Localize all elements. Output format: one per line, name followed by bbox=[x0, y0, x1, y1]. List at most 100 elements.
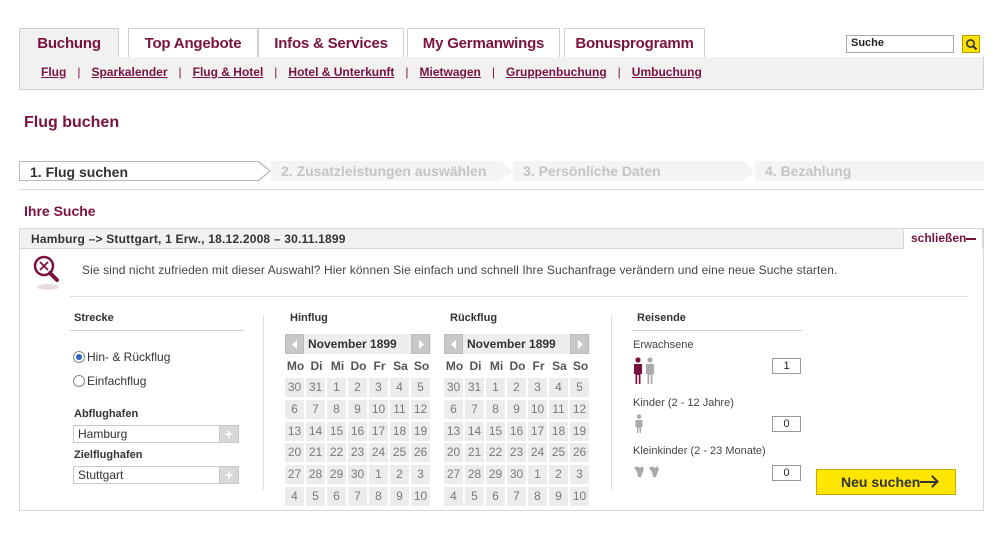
calendar-day[interactable]: 13 bbox=[285, 421, 304, 441]
calendar-day[interactable]: 16 bbox=[507, 421, 526, 441]
calendar-day[interactable]: 18 bbox=[390, 421, 409, 441]
tab-bonusprogramm[interactable]: Bonusprogramm bbox=[564, 28, 705, 58]
search-input[interactable]: Suche bbox=[846, 35, 954, 53]
calendar-day[interactable]: 19 bbox=[411, 421, 430, 441]
calendar-day[interactable]: 14 bbox=[306, 421, 325, 441]
calendar-day[interactable]: 26 bbox=[411, 443, 430, 463]
departure-select[interactable]: Hamburg + bbox=[73, 425, 239, 443]
subnav-mietwagen[interactable]: Mietwagen bbox=[420, 65, 481, 79]
calendar-day[interactable]: 10 bbox=[411, 487, 430, 506]
calendar-day[interactable]: 13 bbox=[444, 421, 463, 441]
calendar-day[interactable]: 5 bbox=[570, 378, 589, 397]
radio-oneway[interactable] bbox=[73, 375, 85, 387]
calendar-day[interactable]: 27 bbox=[444, 465, 463, 485]
tab-infos-services[interactable]: Infos & Services bbox=[258, 28, 404, 58]
calendar-day[interactable]: 10 bbox=[528, 399, 547, 419]
calendar-day[interactable]: 2 bbox=[549, 465, 568, 485]
calendar-day[interactable]: 30 bbox=[444, 378, 463, 397]
calendar-day[interactable]: 6 bbox=[486, 487, 505, 506]
subnav-flug[interactable]: Flug bbox=[41, 65, 66, 79]
destination-select[interactable]: Stuttgart + bbox=[73, 466, 239, 484]
calendar-day[interactable]: 18 bbox=[549, 421, 568, 441]
calendar-day[interactable]: 7 bbox=[507, 487, 526, 506]
calendar-day[interactable]: 20 bbox=[444, 443, 463, 463]
calendar-day[interactable]: 4 bbox=[444, 487, 463, 506]
next-month-button[interactable] bbox=[411, 334, 430, 354]
next-month-button[interactable] bbox=[570, 334, 589, 354]
prev-month-button[interactable] bbox=[444, 334, 463, 354]
calendar-day[interactable]: 4 bbox=[390, 378, 409, 397]
children-input[interactable]: 0 bbox=[772, 416, 801, 432]
subnav-sparkalender[interactable]: Sparkalender bbox=[91, 65, 167, 79]
calendar-day[interactable]: 25 bbox=[390, 443, 409, 463]
calendar-day[interactable]: 21 bbox=[465, 443, 484, 463]
calendar-day[interactable]: 22 bbox=[327, 443, 346, 463]
adults-input[interactable]: 1 bbox=[772, 358, 801, 374]
calendar-day[interactable]: 12 bbox=[570, 399, 589, 419]
calendar-day[interactable]: 29 bbox=[486, 465, 505, 485]
calendar-day[interactable]: 9 bbox=[549, 487, 568, 506]
calendar-day[interactable]: 23 bbox=[507, 443, 526, 463]
calendar-day[interactable]: 5 bbox=[465, 487, 484, 506]
plus-icon[interactable]: + bbox=[219, 425, 239, 443]
plus-icon[interactable]: + bbox=[219, 466, 239, 484]
calendar-day[interactable]: 26 bbox=[570, 443, 589, 463]
calendar-day[interactable]: 30 bbox=[285, 378, 304, 397]
new-search-button[interactable]: Neu suchen bbox=[816, 469, 956, 495]
calendar-day[interactable]: 16 bbox=[348, 421, 367, 441]
tab-top-angebote[interactable]: Top Angebote bbox=[128, 28, 258, 58]
calendar-day[interactable]: 1 bbox=[327, 378, 346, 397]
calendar-day[interactable]: 23 bbox=[348, 443, 367, 463]
oneway-option[interactable]: Einfachflug bbox=[73, 374, 146, 388]
calendar-day[interactable]: 1 bbox=[369, 465, 388, 485]
calendar-day[interactable]: 30 bbox=[348, 465, 367, 485]
calendar-day[interactable]: 19 bbox=[570, 421, 589, 441]
calendar-day[interactable]: 11 bbox=[390, 399, 409, 419]
calendar-day[interactable]: 5 bbox=[411, 378, 430, 397]
calendar-day[interactable]: 9 bbox=[507, 399, 526, 419]
calendar-day[interactable]: 31 bbox=[465, 378, 484, 397]
calendar-day[interactable]: 8 bbox=[327, 399, 346, 419]
calendar-day[interactable]: 7 bbox=[306, 399, 325, 419]
calendar-day[interactable]: 4 bbox=[549, 378, 568, 397]
calendar-day[interactable]: 8 bbox=[486, 399, 505, 419]
calendar-day[interactable]: 27 bbox=[285, 465, 304, 485]
calendar-day[interactable]: 9 bbox=[390, 487, 409, 506]
calendar-day[interactable]: 22 bbox=[486, 443, 505, 463]
calendar-day[interactable]: 6 bbox=[444, 399, 463, 419]
calendar-day[interactable]: 31 bbox=[306, 378, 325, 397]
tab-buchung[interactable]: Buchung bbox=[19, 28, 119, 59]
calendar-day[interactable]: 4 bbox=[285, 487, 304, 506]
calendar-day[interactable]: 15 bbox=[327, 421, 346, 441]
calendar-day[interactable]: 7 bbox=[348, 487, 367, 506]
calendar-day[interactable]: 8 bbox=[528, 487, 547, 506]
calendar-day[interactable]: 6 bbox=[327, 487, 346, 506]
calendar-day[interactable]: 24 bbox=[369, 443, 388, 463]
calendar-day[interactable]: 28 bbox=[465, 465, 484, 485]
calendar-day[interactable]: 24 bbox=[528, 443, 547, 463]
calendar-day[interactable]: 30 bbox=[507, 465, 526, 485]
calendar-day[interactable]: 7 bbox=[465, 399, 484, 419]
calendar-day[interactable]: 17 bbox=[369, 421, 388, 441]
calendar-day[interactable]: 8 bbox=[369, 487, 388, 506]
calendar-day[interactable]: 21 bbox=[306, 443, 325, 463]
calendar-day[interactable]: 25 bbox=[549, 443, 568, 463]
calendar-day[interactable]: 20 bbox=[285, 443, 304, 463]
calendar-day[interactable]: 3 bbox=[369, 378, 388, 397]
calendar-day[interactable]: 28 bbox=[306, 465, 325, 485]
calendar-day[interactable]: 12 bbox=[411, 399, 430, 419]
prev-month-button[interactable] bbox=[285, 334, 304, 354]
calendar-day[interactable]: 2 bbox=[507, 378, 526, 397]
calendar-day[interactable]: 17 bbox=[528, 421, 547, 441]
subnav-umbuchung[interactable]: Umbuchung bbox=[632, 65, 702, 79]
calendar-day[interactable]: 2 bbox=[348, 378, 367, 397]
search-button[interactable] bbox=[962, 35, 980, 53]
calendar-day[interactable]: 10 bbox=[369, 399, 388, 419]
subnav-flug-hotel[interactable]: Flug & Hotel bbox=[193, 65, 264, 79]
radio-roundtrip[interactable] bbox=[73, 351, 85, 363]
calendar-day[interactable]: 1 bbox=[528, 465, 547, 485]
close-button[interactable]: schließen bbox=[903, 228, 983, 249]
calendar-day[interactable]: 3 bbox=[528, 378, 547, 397]
calendar-day[interactable]: 5 bbox=[306, 487, 325, 506]
subnav-gruppenbuchung[interactable]: Gruppenbuchung bbox=[506, 65, 607, 79]
